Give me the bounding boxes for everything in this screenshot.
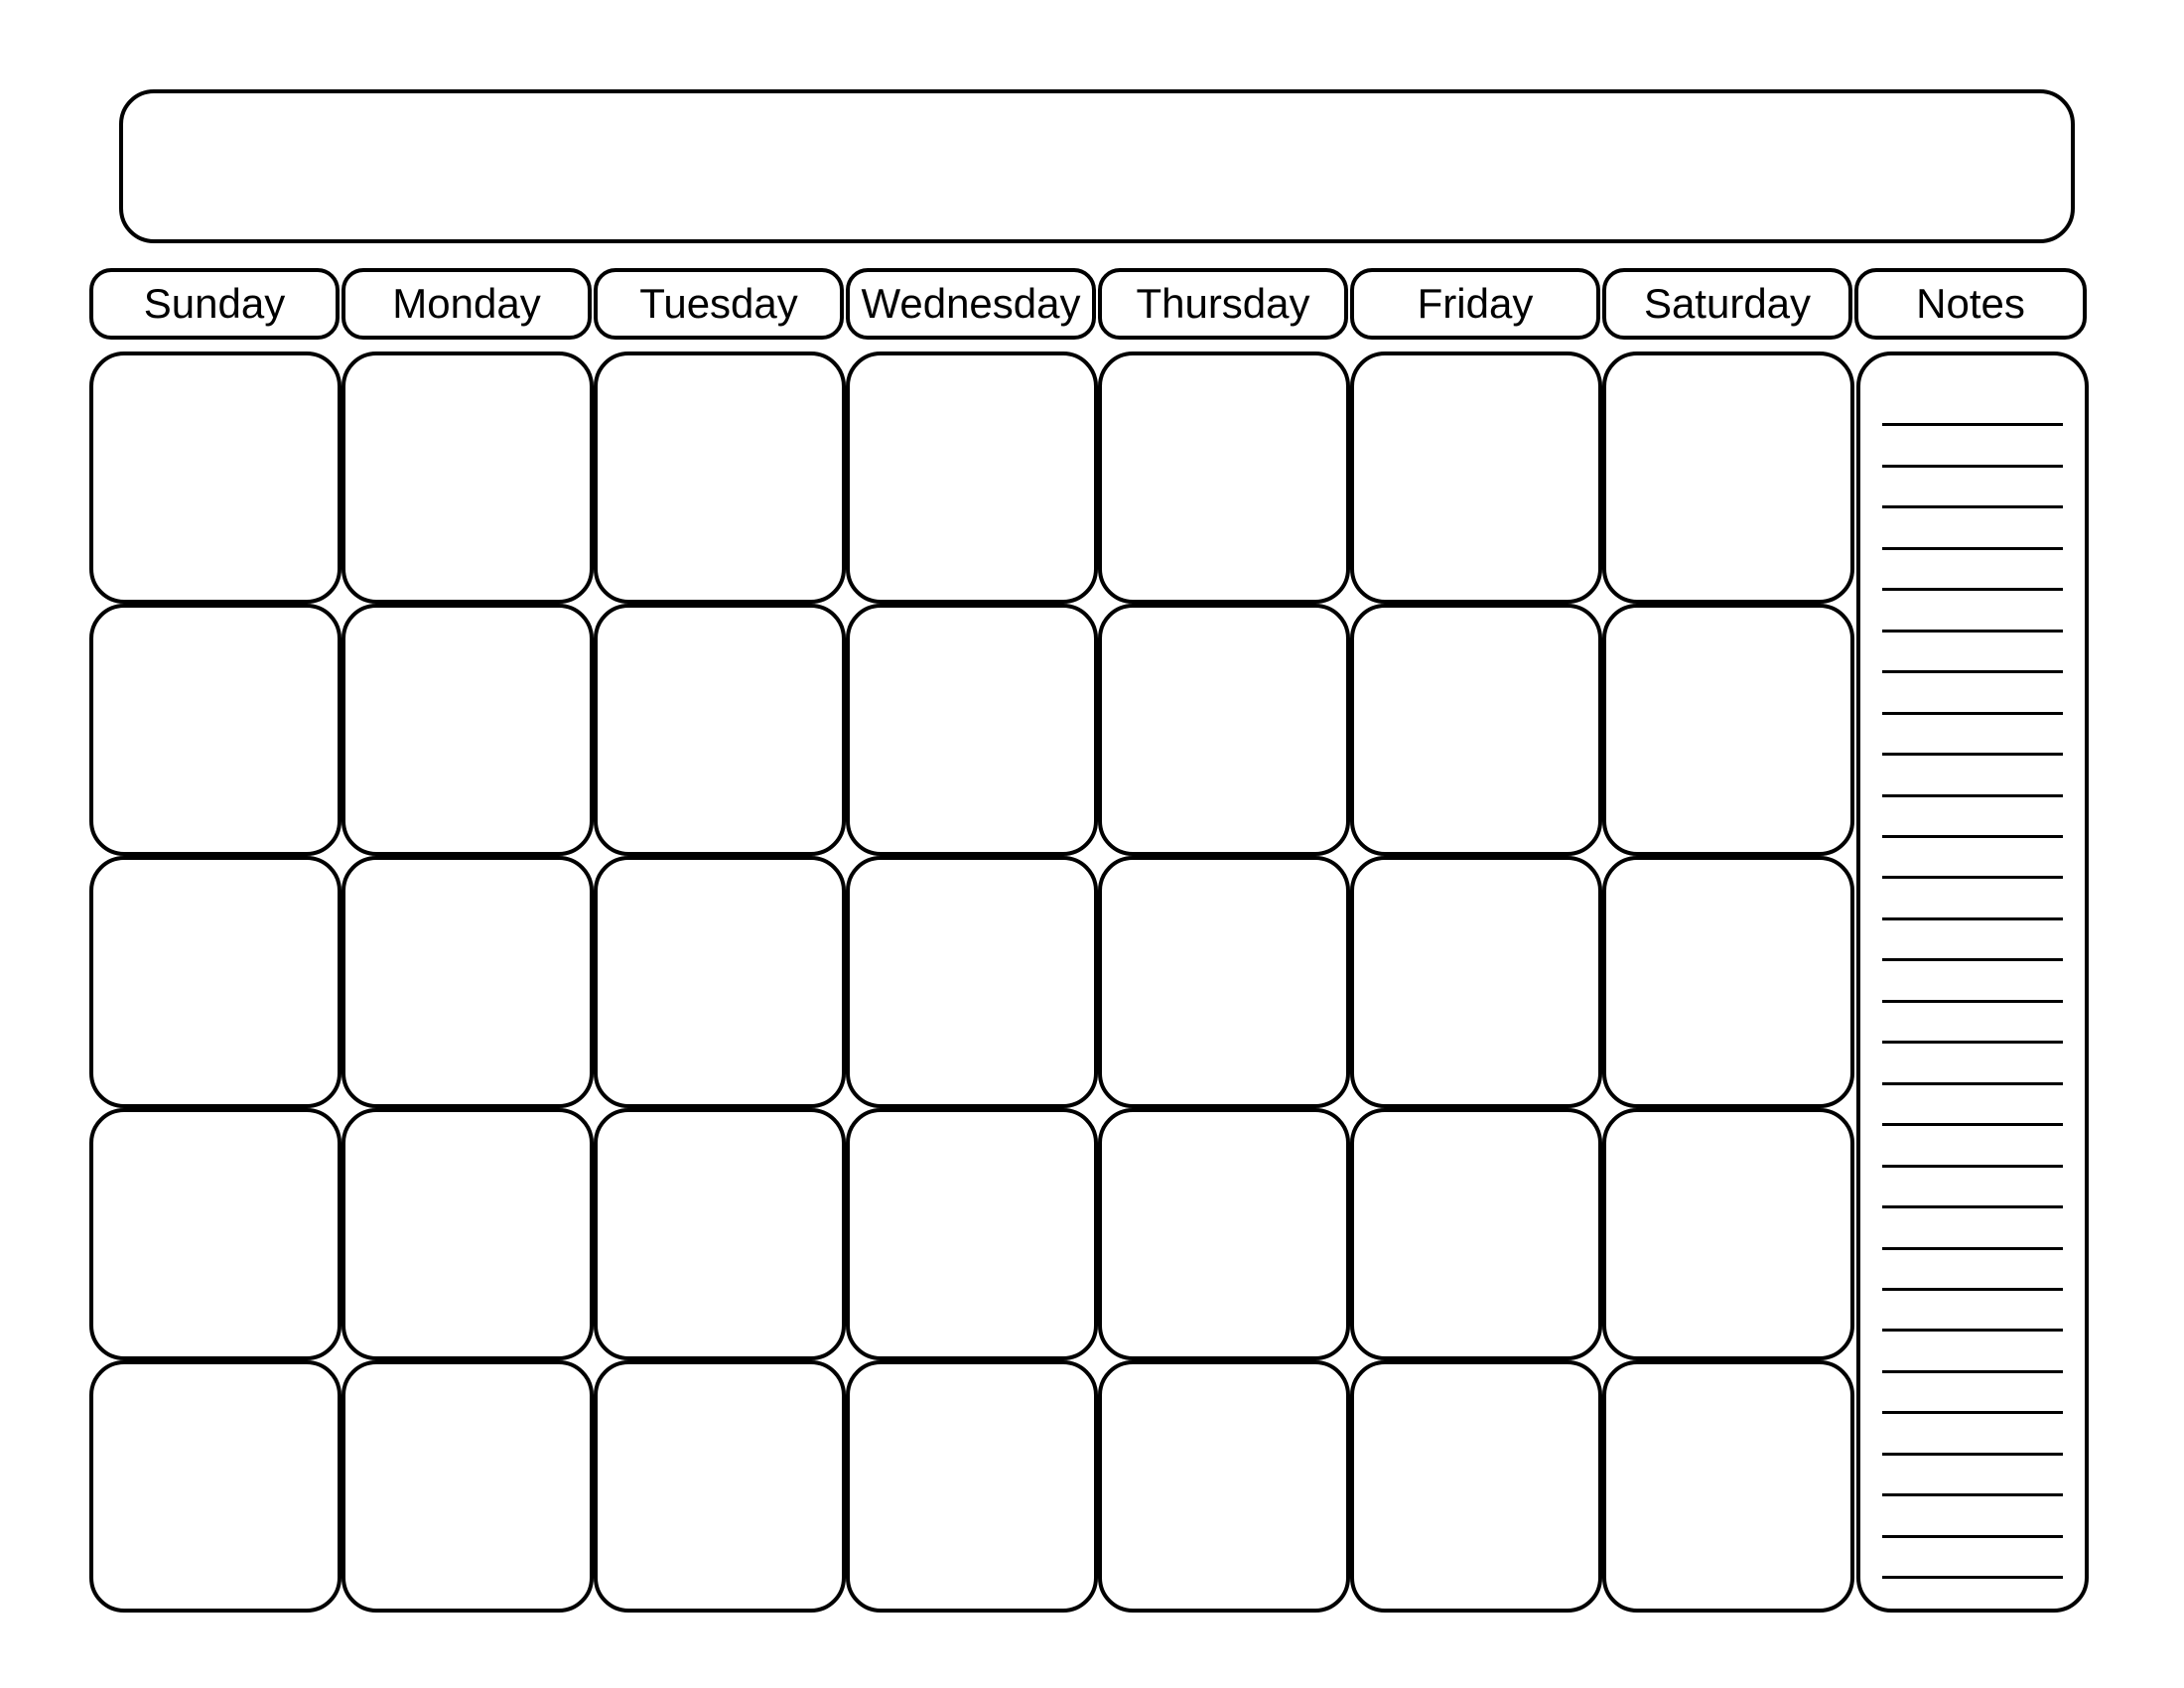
header-notes: Notes [1854, 268, 2087, 340]
day-cell[interactable] [1098, 352, 1350, 604]
header-wednesday: Wednesday [846, 268, 1096, 340]
day-cell[interactable] [1098, 1108, 1350, 1360]
day-cell[interactable] [594, 604, 846, 856]
day-cell[interactable] [1350, 1360, 1602, 1613]
note-line[interactable] [1882, 1456, 2063, 1496]
header-thursday: Thursday [1098, 268, 1348, 340]
note-line[interactable] [1882, 1168, 2063, 1208]
day-cell[interactable] [1350, 352, 1602, 604]
day-cell[interactable] [89, 1108, 341, 1360]
day-cell[interactable] [341, 856, 594, 1108]
day-cell[interactable] [89, 1360, 341, 1613]
note-line[interactable] [1882, 1044, 2063, 1084]
day-cell[interactable] [1602, 352, 1854, 604]
day-cell[interactable] [846, 1108, 1098, 1360]
day-cell[interactable] [341, 352, 594, 604]
day-cell[interactable] [846, 856, 1098, 1108]
header-monday: Monday [341, 268, 592, 340]
day-cell[interactable] [89, 856, 341, 1108]
note-line[interactable] [1882, 1373, 2063, 1414]
note-line[interactable] [1882, 756, 2063, 796]
note-line[interactable] [1882, 385, 2063, 426]
note-line[interactable] [1882, 961, 2063, 1002]
note-line[interactable] [1882, 1496, 2063, 1537]
note-line[interactable] [1882, 879, 2063, 919]
note-line[interactable] [1882, 715, 2063, 756]
day-cell[interactable] [341, 1108, 594, 1360]
note-line[interactable] [1882, 468, 2063, 508]
day-cell[interactable] [1350, 1108, 1602, 1360]
day-cell[interactable] [341, 1360, 594, 1613]
day-cell[interactable] [89, 604, 341, 856]
header-row: Sunday Monday Tuesday Wednesday Thursday… [89, 268, 2100, 340]
note-line[interactable] [1882, 838, 2063, 879]
note-line[interactable] [1882, 920, 2063, 961]
day-cell[interactable] [1602, 1360, 1854, 1613]
header-tuesday: Tuesday [594, 268, 844, 340]
note-line[interactable] [1882, 1414, 2063, 1455]
note-line[interactable] [1882, 426, 2063, 467]
note-line[interactable] [1882, 797, 2063, 838]
note-line[interactable] [1882, 1332, 2063, 1372]
note-line[interactable] [1882, 550, 2063, 591]
day-cell[interactable] [594, 352, 846, 604]
note-line[interactable] [1882, 1291, 2063, 1332]
day-cell[interactable] [1602, 604, 1854, 856]
header-sunday: Sunday [89, 268, 340, 340]
day-cell[interactable] [341, 604, 594, 856]
header-friday: Friday [1350, 268, 1600, 340]
calendar-template: Sunday Monday Tuesday Wednesday Thursday… [0, 0, 2184, 1688]
note-line[interactable] [1882, 1538, 2063, 1579]
header-saturday: Saturday [1602, 268, 1852, 340]
title-bar[interactable] [119, 89, 2075, 243]
note-line[interactable] [1882, 1208, 2063, 1249]
day-cell[interactable] [1098, 1360, 1350, 1613]
day-cell[interactable] [1602, 1108, 1854, 1360]
day-cell[interactable] [1098, 604, 1350, 856]
day-cell[interactable] [89, 352, 341, 604]
day-cell[interactable] [594, 856, 846, 1108]
day-cell[interactable] [846, 604, 1098, 856]
day-cell[interactable] [594, 1360, 846, 1613]
note-line[interactable] [1882, 673, 2063, 714]
day-cell[interactable] [1350, 604, 1602, 856]
day-cell[interactable] [846, 1360, 1098, 1613]
note-line[interactable] [1882, 1250, 2063, 1291]
note-line[interactable] [1882, 508, 2063, 549]
note-line[interactable] [1882, 591, 2063, 632]
note-line[interactable] [1882, 633, 2063, 673]
day-cell[interactable] [1098, 856, 1350, 1108]
note-line[interactable] [1882, 1085, 2063, 1126]
day-cell[interactable] [846, 352, 1098, 604]
note-line[interactable] [1882, 1126, 2063, 1167]
notes-panel[interactable] [1856, 352, 2089, 1613]
day-cell[interactable] [1350, 856, 1602, 1108]
day-cell[interactable] [594, 1108, 846, 1360]
day-cell[interactable] [1602, 856, 1854, 1108]
note-line[interactable] [1882, 1003, 2063, 1044]
